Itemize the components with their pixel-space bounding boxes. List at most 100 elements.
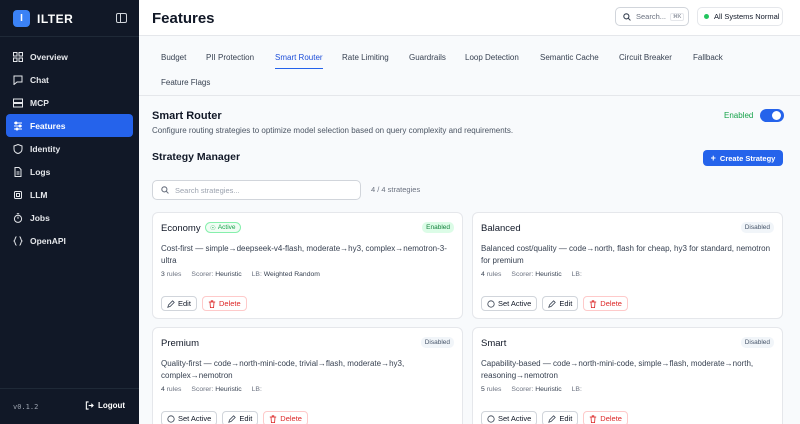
edit-button[interactable]: Edit: [161, 296, 197, 311]
sidebar-item-mcp[interactable]: MCP: [6, 91, 133, 114]
chat-icon: [13, 75, 23, 85]
set-active-label: Set Active: [178, 414, 212, 423]
scorer-info: Scorer: Heuristic: [511, 386, 561, 393]
trash-icon: [590, 299, 597, 308]
strategy-description: Cost-first — simple→deepseek-v4-flash, m…: [161, 244, 447, 265]
delete-label: Delete: [218, 299, 241, 308]
tab-smart-router[interactable]: Smart Router: [275, 53, 323, 69]
tab-feature-flags[interactable]: Feature Flags: [161, 78, 210, 94]
lb-info: LB:: [252, 386, 262, 393]
strategy-name: Economy: [161, 223, 201, 234]
sidebar-item-features[interactable]: Features: [6, 114, 133, 137]
sidebar-item-label: Features: [30, 120, 66, 131]
create-strategy-button[interactable]: + Create Strategy: [703, 150, 783, 166]
delete-button[interactable]: Delete: [201, 296, 247, 311]
sidebar-collapse-icon[interactable]: [116, 13, 127, 23]
lb-prefix: LB:: [251, 386, 262, 393]
delete-label: Delete: [600, 414, 622, 423]
divider: [0, 36, 139, 37]
sidebar-item-chat[interactable]: Chat: [6, 68, 133, 91]
rules-count: 4 rules: [481, 271, 501, 278]
circle-icon: [487, 299, 495, 308]
edit-button[interactable]: Edit: [222, 411, 259, 424]
lb-value: Weighted Random: [263, 271, 320, 278]
brand-name: ILTER: [37, 11, 74, 26]
edit-label: Edit: [559, 299, 573, 308]
status-badge: Enabled: [422, 222, 454, 233]
rules-count: 4 rules: [161, 386, 181, 393]
strategy-description: Balanced cost/quality — code→north, flas…: [481, 244, 771, 265]
scorer-value: Heuristic: [535, 271, 562, 278]
sidebar-item-overview[interactable]: Overview: [6, 45, 133, 68]
plus-icon: +: [710, 153, 716, 163]
tab-fallback[interactable]: Fallback: [693, 53, 723, 69]
create-strategy-label: Create Strategy: [719, 153, 776, 163]
section-title: Smart Router: [152, 110, 222, 122]
strategy-name: Balanced: [481, 223, 521, 234]
set-active-button[interactable]: Set Active: [481, 411, 538, 424]
tab-guardrails[interactable]: Guardrails: [409, 53, 446, 69]
check-circle-icon: ☉: [210, 224, 216, 232]
card-actions: Edit Delete: [161, 296, 247, 311]
edit-label: Edit: [559, 414, 573, 423]
search-icon: [161, 186, 169, 194]
toggle-knob: [772, 111, 781, 120]
enabled-label: Enabled: [724, 111, 754, 120]
card-actions: Set Active Edit Delete: [481, 296, 628, 311]
version-label: v0.1.2: [13, 403, 39, 411]
system-status-badge[interactable]: All Systems Normal: [697, 7, 783, 26]
tab-circuit-breaker[interactable]: Circuit Breaker: [619, 53, 672, 69]
tab-pii-protection[interactable]: PII Protection: [206, 53, 254, 69]
card-actions: Set Active Edit Delete: [481, 411, 628, 424]
rules-value: 4: [481, 271, 485, 278]
scorer-value: Heuristic: [215, 271, 242, 278]
rules-suffix: rules: [166, 386, 182, 393]
rules-suffix: rules: [486, 271, 502, 278]
circle-icon: [487, 414, 495, 423]
scorer-info: Scorer: Heuristic: [511, 271, 561, 278]
sidebar-item-openapi[interactable]: OpenAPI: [6, 229, 133, 252]
rules-suffix: rules: [486, 386, 502, 393]
sidebar-item-logs[interactable]: Logs: [6, 160, 133, 183]
strategy-search-input[interactable]: Search strategies...: [152, 180, 361, 200]
tab-loop-detection[interactable]: Loop Detection: [465, 53, 519, 69]
tab-budget[interactable]: Budget: [161, 53, 186, 69]
tab-semantic-cache[interactable]: Semantic Cache: [540, 53, 599, 69]
scorer-prefix: Scorer:: [191, 271, 214, 278]
smart-router-toggle[interactable]: [760, 109, 784, 122]
strategy-card-smart: Smart Disabled Capability-based — code→n…: [472, 327, 783, 424]
rules-value: 5: [481, 386, 485, 393]
sidebar-item-jobs[interactable]: Jobs: [6, 206, 133, 229]
status-dot-icon: [704, 14, 709, 19]
feature-tabs: Budget PII Protection Smart Router Rate …: [139, 36, 800, 96]
set-active-button[interactable]: Set Active: [481, 296, 538, 311]
logout-button[interactable]: Logout: [85, 401, 125, 410]
sidebar-item-label: OpenAPI: [30, 235, 66, 246]
edit-label: Edit: [178, 299, 191, 308]
search-icon: [623, 12, 631, 21]
delete-button[interactable]: Delete: [583, 411, 628, 424]
sidebar-item-identity[interactable]: Identity: [6, 137, 133, 160]
lb-info: LB: Weighted Random: [252, 271, 320, 278]
pencil-icon: [548, 299, 557, 308]
brand[interactable]: I ILTER: [13, 10, 73, 27]
edit-button[interactable]: Edit: [542, 411, 579, 424]
global-search-input[interactable]: Search... ⌘K: [615, 7, 689, 26]
status-badge: Disabled: [740, 337, 774, 348]
delete-label: Delete: [600, 299, 622, 308]
scorer-info: Scorer: Heuristic: [191, 271, 241, 278]
logout-label: Logout: [98, 401, 126, 410]
rules-count: 5 rules: [481, 386, 501, 393]
strategy-search-placeholder: Search strategies...: [175, 185, 240, 195]
sidebar: I ILTER Overview Chat MCP Features Ident…: [0, 0, 139, 424]
sidebar-item-label: Logs: [30, 166, 51, 177]
tab-rate-limiting[interactable]: Rate Limiting: [342, 53, 389, 69]
delete-button[interactable]: Delete: [583, 296, 628, 311]
edit-button[interactable]: Edit: [542, 296, 579, 311]
rules-suffix: rules: [166, 271, 182, 278]
sidebar-item-llm[interactable]: LLM: [6, 183, 133, 206]
circle-icon: [167, 414, 175, 423]
set-active-button[interactable]: Set Active: [161, 411, 218, 424]
delete-button[interactable]: Delete: [263, 411, 308, 424]
scorer-value: Heuristic: [535, 386, 562, 393]
